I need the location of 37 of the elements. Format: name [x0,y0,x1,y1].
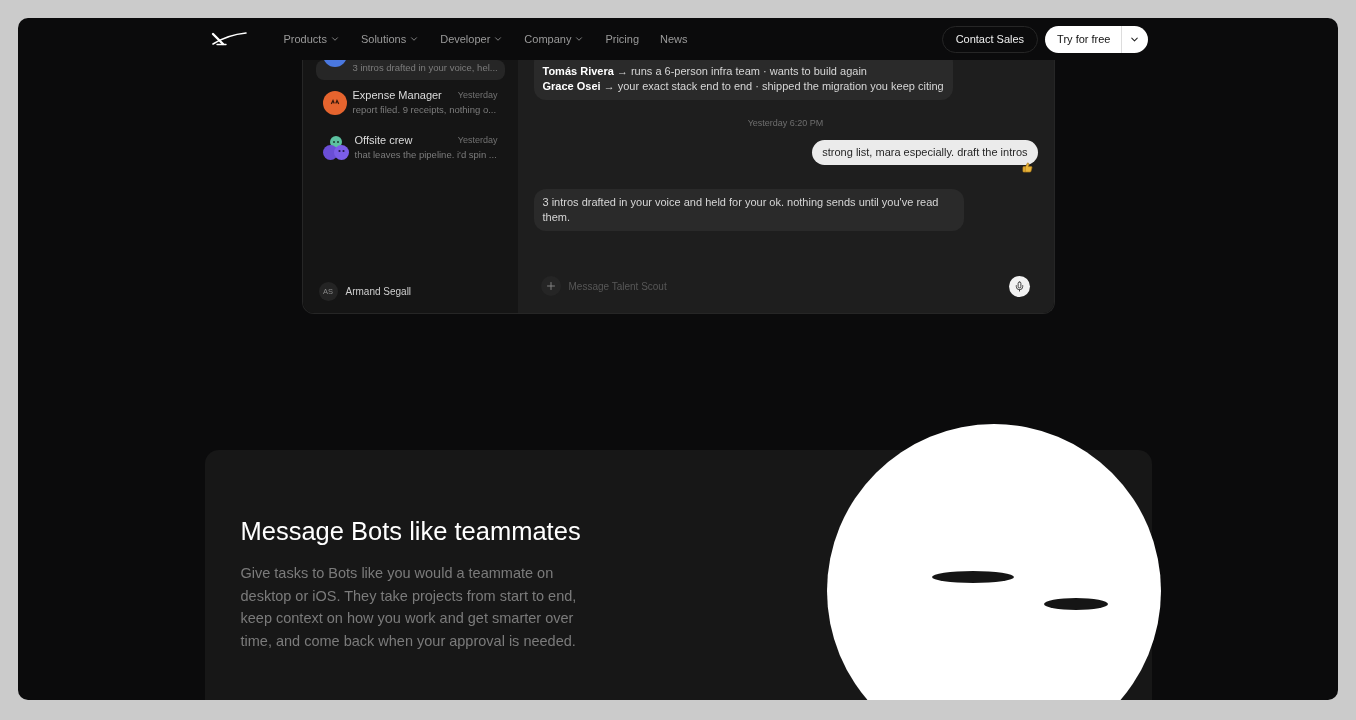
bot-avatar-icon [322,90,347,115]
conversation-item[interactable]: 3 intros drafted in your voice, hel... [315,60,505,80]
microphone-icon [1013,280,1025,292]
user-message: strong list, mara especially. draft the intros [812,140,1038,165]
group-avatar-icon [322,134,349,161]
message-timestamp: Yesterday 6:20 PM [747,117,824,129]
conversation-preview: 3 intros drafted in your voice, hel... [352,61,498,75]
avatar-icon [322,60,347,67]
try-for-free-button[interactable]: Try for free [1045,25,1121,53]
feature-title: Message Bots like teammates [240,516,581,546]
conversation-time: Yesterday [457,89,498,102]
conversation-name: Offsite crew [354,133,413,148]
logo-icon[interactable] [210,32,247,46]
nav-link[interactable]: News [660,30,688,48]
microphone-button[interactable] [1008,275,1030,297]
user-name: Armand Segall [345,285,412,299]
message-text: Grace Osei → your exact stack end to end · shipped the migration you keep citing [542,79,944,94]
chevron-down-icon [493,34,504,44]
conversation-preview: that leaves the pipeline. i'd spin ... [354,148,498,162]
message-text: Tomás Rivera → runs a 6-person infra team · wants to build again [542,64,868,79]
plus-icon [544,280,557,292]
nav-menu-item[interactable]: Company [524,30,585,48]
nav-menu-item[interactable]: Products [283,30,340,48]
conversation-name: Expense Manager [352,88,442,103]
chevron-down-icon [574,34,585,44]
chevron-down-icon [409,34,420,44]
nav-menu-item[interactable]: Solutions [360,30,420,48]
nav-menu-item[interactable]: Developer [440,30,504,48]
chevron-down-icon [329,34,340,44]
conversation-item[interactable]: Offsite crew Yesterday that leaves the pipeline. i'd spin ... [315,125,505,170]
conversation-item[interactable]: Expense Manager Yesterday report filed. 9 receipts, nothing o... [315,80,505,125]
feature-description: Give tasks to Bots like you would a teammate on desktop or iOS. They take projects from start to end, keep context on how you work and get smarter over time, and come back when your approval is needed. [240,564,578,651]
conversation-preview: report filed. 9 receipts, nothing o... [352,103,498,117]
more-options-button[interactable] [1120,25,1148,53]
nav-link[interactable]: Pricing [605,30,640,48]
message-text: 3 intros drafted in your voice and held for your ok. nothing sends until you've read them. [542,195,940,225]
conversation-time: Yesterday [457,134,498,147]
